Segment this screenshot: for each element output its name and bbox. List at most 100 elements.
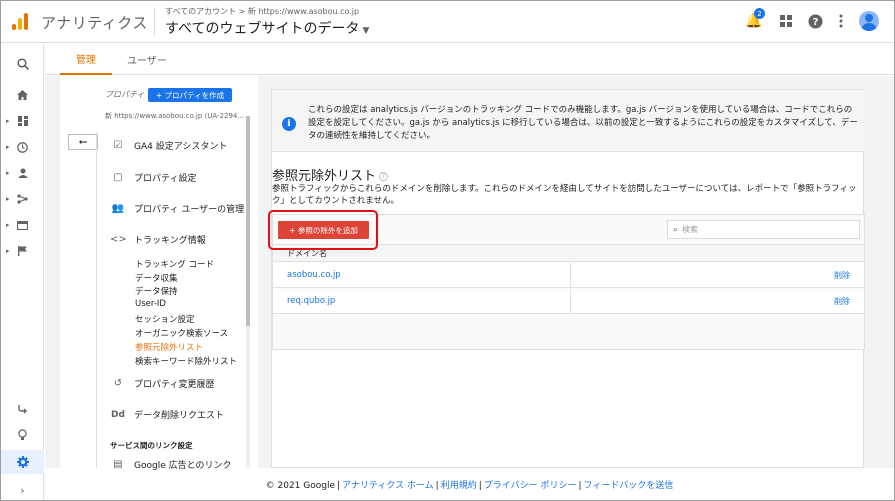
attribution-icon (18, 404, 27, 413)
rail-conversions[interactable]: ▸ (1, 241, 44, 261)
tab-admin[interactable]: 管理 (60, 44, 112, 75)
sub-data-retention[interactable]: データ保持 (135, 285, 178, 297)
acquisition-icon (17, 194, 28, 204)
nav-label: データ削除リクエスト (134, 411, 225, 421)
nav-user-management[interactable]: 👥 プロパティ ユーザーの管理 (110, 202, 244, 215)
home-icon (17, 90, 28, 100)
create-property-button[interactable]: + プロパティを作成 (148, 88, 232, 102)
notification-badge: 2 (754, 8, 765, 19)
account-selector[interactable]: すべてのウェブサイトのデータ ▼ (165, 18, 369, 38)
expand-arrow-icon: ▸ (6, 169, 10, 177)
domain-link[interactable]: req.qubo.jp (287, 289, 335, 314)
tab-user[interactable]: ユーザー (111, 44, 183, 75)
rail-acquisition[interactable]: ▸ (1, 189, 44, 209)
footer-link-terms[interactable]: 利用規約 (441, 481, 477, 491)
sub-data-collection[interactable]: データ収集 (135, 272, 178, 284)
dashboard-icon (17, 116, 28, 126)
rail-discover[interactable] (1, 425, 44, 445)
sub-user-id[interactable]: User-ID (135, 299, 166, 309)
expand-arrow-icon: ▸ (6, 247, 10, 255)
lightbulb-icon (18, 429, 27, 440)
footer-link-feedback[interactable]: フィードバックを送信 (584, 481, 674, 491)
ads-link-icon: ▤ (113, 459, 123, 470)
main-panel: i これらの設定は analytics.js バージョンのトラッキング コードで… (271, 89, 865, 468)
more-options-button[interactable] (832, 12, 850, 30)
data-delete-icon: Dd (111, 409, 125, 420)
property-column: プロパティ + プロパティを作成 新 https://www.asobou.co… (60, 76, 258, 471)
nav-label: Google 広告とのリンク (134, 461, 232, 471)
account-avatar[interactable] (859, 11, 879, 31)
apps-button[interactable] (777, 12, 795, 30)
rail-customization[interactable]: ▸ (1, 111, 44, 131)
property-selector[interactable]: 新 https://www.asobou.co.jp (UA-2294... (105, 111, 244, 121)
nav-ga4-assistant[interactable]: ☑ GA4 設定アシスタント (110, 139, 228, 152)
sub-organic-search[interactable]: オーガニック検索ソース (135, 327, 228, 339)
copyright: © 2021 Google (265, 481, 336, 491)
code-icon: <> (110, 234, 127, 245)
domain-link[interactable]: asobou.co.jp (287, 263, 341, 288)
page-title-text: 参照元除外リスト (272, 169, 377, 184)
admin-tabs: 管理 ユーザー (45, 44, 894, 75)
column-divider (96, 131, 97, 468)
expand-arrow-icon: ▸ (6, 117, 10, 125)
scrollbar-thumb[interactable] (246, 116, 250, 326)
top-header: アナリティクス すべてのアカウント > 新 https://www.asobou… (1, 1, 894, 43)
table-row: asobou.co.jp 削除 (273, 263, 864, 288)
property-label: プロパティ (105, 90, 145, 99)
nav-data-deletion[interactable]: Dd データ削除リクエスト (110, 408, 225, 422)
help-icon: ? (808, 14, 822, 28)
account-title: すべてのウェブサイトのデータ (165, 21, 360, 37)
search-placeholder: 検索 (682, 225, 699, 234)
help-question-icon[interactable]: ? (379, 172, 389, 181)
notifications-button[interactable]: 🔔 2 (745, 8, 765, 30)
footer-link-home[interactable]: アナリティクス ホーム (342, 481, 434, 491)
nav-property-settings[interactable]: ▢ プロパティ設定 (110, 171, 196, 184)
flag-icon (18, 246, 27, 256)
rail-realtime[interactable]: ▸ (1, 137, 44, 157)
nav-label: GA4 設定アシスタント (134, 142, 228, 152)
nav-label: プロパティ設定 (134, 174, 197, 184)
footer: © 2021 Google | アナリティクス ホーム | 利用規約 | プライバシー ポリ… (265, 481, 674, 491)
rail-expand[interactable]: › (1, 480, 44, 500)
cell-divider (570, 289, 571, 314)
search-input[interactable]: ⌕ 検索 (667, 220, 860, 239)
nav-google-ads-link[interactable]: ▤ Google 広告とのリンク (110, 458, 232, 471)
rail-audience[interactable]: ▸ (1, 163, 44, 183)
footer-link-privacy[interactable]: プライバシー ポリシー (484, 481, 577, 491)
rail-search[interactable] (1, 54, 44, 74)
nav-tracking-info[interactable]: <> トラッキング情報 (110, 233, 206, 246)
rail-home[interactable] (1, 85, 44, 105)
table-row: req.qubo.jp 削除 (273, 289, 864, 314)
sub-session-settings[interactable]: セッション設定 (135, 313, 195, 325)
sub-referral-exclusion[interactable]: 参照元除外リスト (135, 341, 203, 353)
people-icon: 👥 (111, 203, 125, 214)
chevron-right-icon: › (20, 483, 25, 497)
expand-arrow-icon: ▸ (6, 221, 10, 229)
checkbox-icon: ☑ (113, 140, 123, 151)
sub-search-term-exclusion[interactable]: 検索キーワード除外リスト (135, 355, 237, 367)
app-name[interactable]: アナリティクス (41, 12, 148, 33)
person-icon (17, 168, 28, 178)
apps-grid-icon (780, 15, 792, 27)
info-banner: i これらの設定は analytics.js バージョンのトラッキング コードで… (272, 90, 865, 152)
sub-tracking-code[interactable]: トラッキング コード (135, 258, 214, 270)
breadcrumb[interactable]: すべてのアカウント > 新 https://www.asobou.co.jp (165, 6, 359, 17)
help-button[interactable]: ? (806, 12, 824, 30)
nav-change-history[interactable]: ↺ プロパティ変更履歴 (110, 377, 215, 390)
search-icon (16, 58, 29, 70)
page-title: 参照元除外リスト? (272, 165, 389, 184)
back-button[interactable]: ⭠ (68, 134, 98, 150)
rail-attribution[interactable] (1, 399, 44, 419)
highlight-annotation (268, 210, 378, 250)
left-rail: ▸ ▸ ▸ ▸ ▸ ▸ › (1, 44, 44, 500)
analytics-logo-icon[interactable] (12, 13, 28, 31)
rail-admin[interactable] (1, 450, 44, 474)
header-divider (154, 9, 155, 35)
search-icon: ⌕ (673, 224, 679, 235)
more-vert-icon (839, 14, 843, 28)
gear-icon (16, 456, 29, 468)
expand-arrow-icon: ▸ (6, 143, 10, 151)
delete-link[interactable]: 削除 (834, 289, 850, 314)
delete-link[interactable]: 削除 (834, 263, 850, 288)
rail-behavior[interactable]: ▸ (1, 215, 44, 235)
